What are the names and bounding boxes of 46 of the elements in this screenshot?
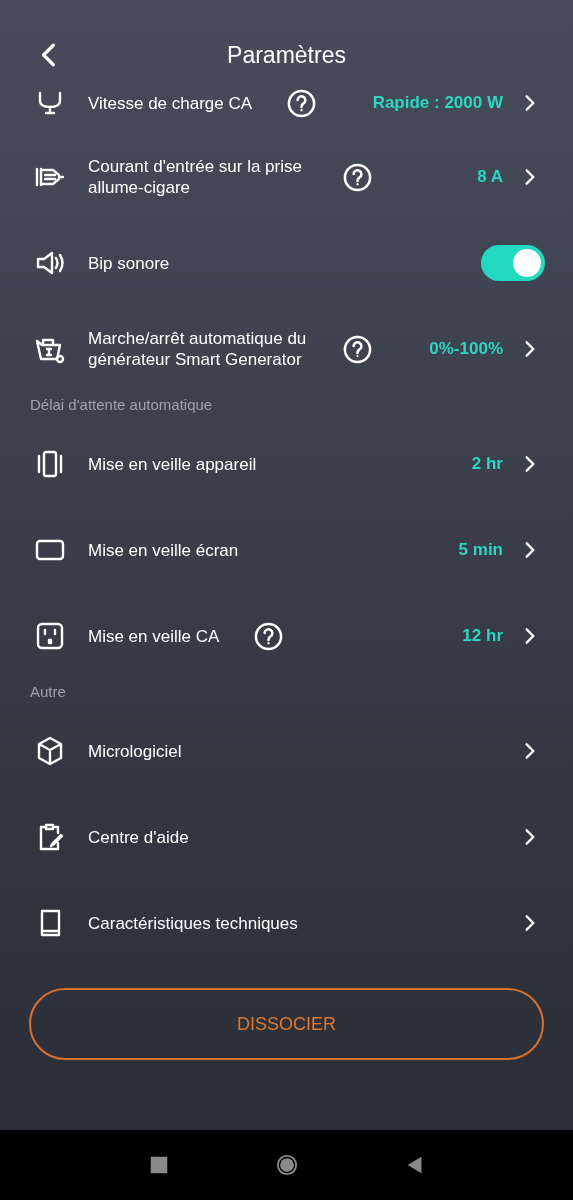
setting-value: 0%-100% — [429, 339, 503, 359]
chevron-right-icon — [523, 827, 537, 847]
settings-row[interactable]: Mise en veille appareil 2 hr — [0, 421, 573, 507]
chevron-right-icon — [523, 626, 537, 646]
outlet-icon — [34, 620, 66, 652]
settings-row[interactable]: Mise en veille écran 5 min — [0, 507, 573, 593]
toggle-switch[interactable] — [481, 245, 545, 281]
setting-label: Bip sonore — [88, 252, 170, 274]
settings-row[interactable]: Vitesse de charge CA Rapide : 2000 W — [0, 86, 573, 120]
help-icon[interactable] — [286, 87, 318, 119]
chevron-right-icon — [523, 339, 537, 359]
section-title: Autre — [29, 682, 67, 702]
page-title: Paramètres — [227, 41, 346, 69]
settings-row[interactable]: Mise en veille CA 12 hr — [0, 593, 573, 679]
setting-label: Marche/arrêt automatique du générateur Smart Generator — [88, 328, 308, 370]
home-circle-icon[interactable] — [275, 1154, 298, 1176]
setting-value: 8 A — [477, 167, 503, 187]
help-icon[interactable] — [342, 333, 373, 365]
chevron-right-icon — [523, 167, 537, 187]
section-title: Délai d'attente automatique — [29, 395, 214, 415]
settings-row[interactable]: Bip sonore — [0, 220, 573, 306]
chevron-right-icon — [523, 913, 537, 933]
chevron-right-icon — [523, 540, 537, 560]
unpair-button[interactable]: DISSOCIER — [29, 988, 544, 1060]
setting-value: 12 hr — [462, 626, 503, 646]
settings-row[interactable]: Courant d'entrée sur la prise allume-cigare 8 A — [0, 134, 573, 220]
setting-label: Mise en veille appareil — [88, 453, 257, 475]
setting-value: Rapide : 2000 W — [372, 93, 503, 113]
settings-row[interactable]: Caractéristiques techniques — [0, 880, 573, 966]
setting-label: Courant d'entrée sur la prise allume-cigare — [88, 156, 303, 198]
settings-row[interactable]: Micrologiciel — [0, 708, 573, 794]
setting-label: Mise en veille CA — [88, 625, 220, 647]
chevron-right-icon — [523, 93, 537, 113]
help-icon[interactable] — [253, 620, 285, 652]
setting-label: Vitesse de charge CA — [88, 92, 253, 114]
help-icon[interactable] — [342, 161, 373, 193]
setting-value: 5 min — [458, 540, 503, 560]
setting-label: Centre d'aide — [88, 826, 189, 848]
chevron-right-icon — [523, 741, 537, 761]
chevron-right-icon — [523, 454, 537, 474]
setting-label: Micrologiciel — [88, 740, 182, 762]
settings-row[interactable]: Centre d'aide — [0, 794, 573, 880]
setting-label: Mise en veille écran — [88, 539, 239, 561]
setting-label: Caractéristiques techniques — [88, 912, 298, 934]
setting-value: 2 hr — [471, 454, 503, 474]
settings-row[interactable]: Marche/arrêt automatique du générateur Smart Generator 0%-100% — [0, 306, 573, 392]
